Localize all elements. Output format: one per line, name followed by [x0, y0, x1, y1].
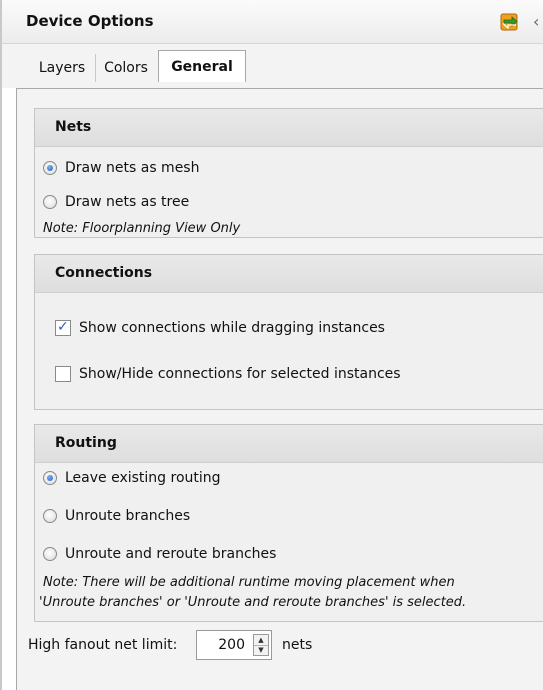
- connections-header-label: Connections: [55, 265, 153, 281]
- checkbox-show-connections-dragging[interactable]: [55, 318, 71, 336]
- spin-buttons: ▲ ▼: [253, 634, 269, 656]
- unroute-branches-label: Unroute branches: [65, 508, 191, 524]
- connections-group: Connections Show connections while dragg…: [34, 254, 543, 410]
- routing-header-label: Routing: [55, 435, 117, 451]
- window-frame: [0, 0, 2, 690]
- nets-note: Note: Floorplanning View Only: [43, 221, 241, 236]
- tab-general[interactable]: General: [158, 50, 246, 82]
- leave-existing-routing-label: Leave existing routing: [65, 470, 221, 486]
- draw-nets-tree-label: Draw nets as tree: [65, 194, 190, 210]
- radio-unroute-branches[interactable]: [43, 509, 57, 523]
- routing-group-header: Routing: [35, 425, 543, 463]
- routing-group: Routing Leave existing routing Unroute b…: [34, 424, 543, 622]
- high-fanout-spinbox[interactable]: 200 ▲ ▼: [196, 630, 272, 660]
- draw-nets-mesh-label: Draw nets as mesh: [65, 160, 200, 176]
- tab-colors[interactable]: Colors: [95, 54, 156, 82]
- nets-group: Nets Draw nets as mesh Draw nets as tree…: [34, 108, 543, 238]
- high-fanout-label: High fanout net limit:: [28, 637, 178, 653]
- title-bar: Device Options ‹: [2, 0, 543, 44]
- radio-unroute-reroute-branches[interactable]: [43, 547, 57, 561]
- show-hide-connections-label: Show/Hide connections for selected insta…: [79, 366, 401, 382]
- sync-icon[interactable]: [499, 11, 521, 33]
- connections-group-header: Connections: [35, 255, 543, 293]
- high-fanout-value[interactable]: 200: [218, 637, 245, 653]
- tab-bar: Layers Colors General: [2, 44, 543, 88]
- routing-note-line-2: 'Unroute branches' or 'Unroute and rerou…: [39, 595, 467, 610]
- radio-draw-nets-tree[interactable]: [43, 195, 57, 209]
- panel-title: Device Options: [26, 12, 154, 30]
- tab-layers[interactable]: Layers: [24, 54, 100, 82]
- spin-down-icon[interactable]: ▼: [254, 645, 268, 655]
- unroute-reroute-branches-label: Unroute and reroute branches: [65, 546, 277, 562]
- routing-note-line-1: Note: There will be additional runtime m…: [43, 575, 455, 590]
- radio-draw-nets-mesh[interactable]: [43, 161, 57, 175]
- show-connections-dragging-label: Show connections while dragging instance…: [79, 320, 385, 336]
- checkbox-show-hide-connections[interactable]: [55, 366, 71, 382]
- high-fanout-unit: nets: [282, 637, 313, 653]
- overflow-icon[interactable]: ‹: [533, 12, 539, 32]
- nets-header-label: Nets: [55, 119, 92, 135]
- nets-group-header: Nets: [35, 109, 543, 147]
- radio-leave-existing-routing[interactable]: [43, 471, 57, 485]
